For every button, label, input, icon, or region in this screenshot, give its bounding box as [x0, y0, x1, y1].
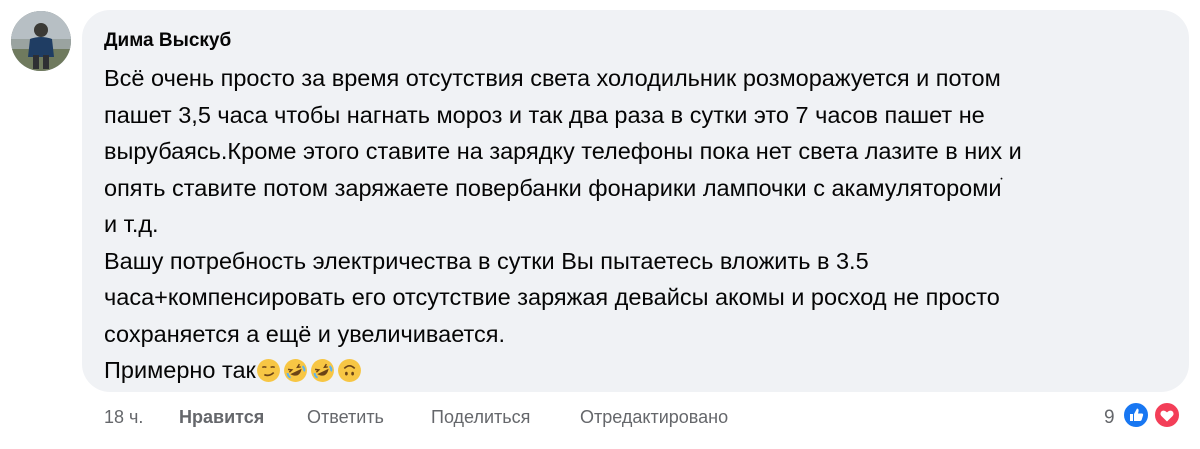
comment-last-line: Примерно так: [104, 352, 1179, 389]
like-button[interactable]: Нравится: [179, 407, 264, 428]
comment-line: Всё очень просто за время отсутствия све…: [104, 65, 1001, 91]
rofl-face-icon: [310, 359, 334, 382]
avatar[interactable]: [11, 11, 71, 71]
share-button[interactable]: Поделиться: [431, 407, 530, 428]
reaction-count[interactable]: 9: [1104, 407, 1115, 429]
comment-bubble: Дима Выскуб Всё очень просто за время от…: [82, 10, 1189, 392]
rofl-face-icon: [283, 359, 307, 382]
comment-line: опять ставите потом заряжаете повербанки…: [104, 174, 1002, 201]
comment-actions: 18 ч. Нравится Ответить Поделиться Отред…: [0, 405, 1200, 433]
upside-down-face-icon: [337, 359, 361, 382]
comment-line: сохраняется а ещё и увеличивается.: [104, 320, 506, 347]
timestamp-link[interactable]: 18 ч.: [104, 407, 143, 428]
comment-line: Примерно так: [104, 357, 256, 383]
reply-button[interactable]: Ответить: [307, 407, 384, 428]
edited-label[interactable]: Отредактировано: [580, 407, 728, 428]
comment-line: и т.д.: [104, 211, 159, 237]
comment-line: часа+компенсировать его отсутствие заряж…: [104, 284, 1000, 310]
like-reaction-icon[interactable]: [1122, 401, 1150, 429]
comment-line: пашет 3,5 часа чтобы нагнать мороз и так…: [104, 101, 985, 128]
comment-author[interactable]: Дима Выскуб: [104, 30, 231, 52]
comment-text: Всё очень просто за время отсутствия све…: [104, 60, 1179, 389]
smirk-face-icon: [256, 359, 280, 382]
comment-line: вырубаясь.Кроме этого ставите на зарядку…: [104, 138, 1022, 164]
comment-line: Вашу потребность электричества в сутки В…: [104, 247, 869, 274]
love-reaction-icon[interactable]: [1153, 401, 1181, 429]
